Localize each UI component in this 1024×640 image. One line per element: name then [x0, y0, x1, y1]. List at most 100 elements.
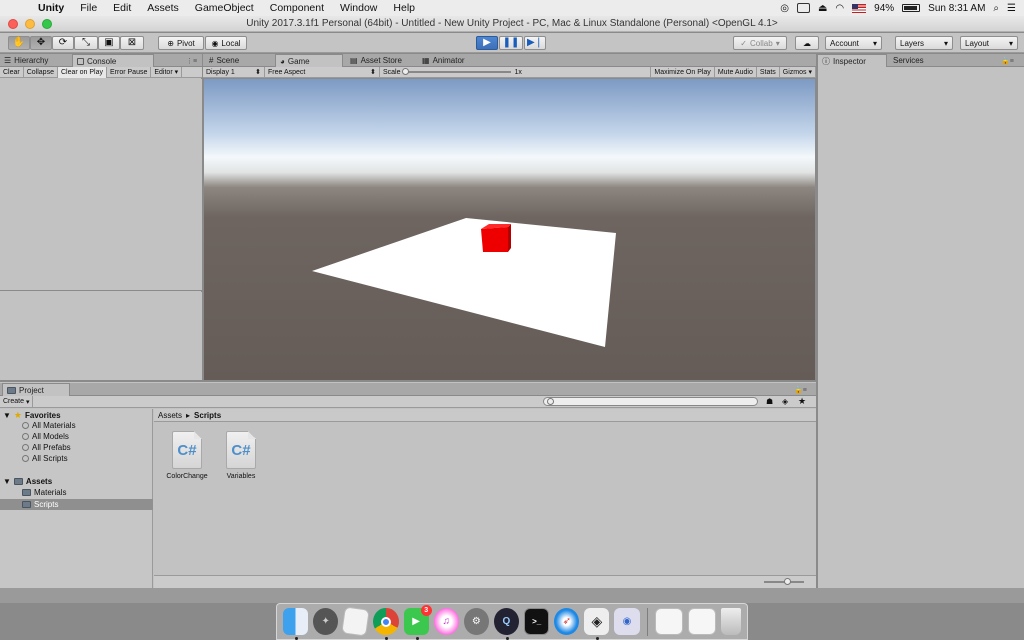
console-error-pause-toggle[interactable]: Error Pause	[107, 66, 152, 78]
console-detail-area[interactable]	[0, 292, 202, 380]
system-preferences-icon[interactable]: ⚙	[463, 608, 489, 635]
chrome-icon[interactable]	[373, 608, 399, 640]
scale-tool-button[interactable]: ⤡	[74, 36, 98, 50]
filter-by-label-icon[interactable]: ◈	[782, 397, 788, 406]
search-icon	[547, 398, 554, 405]
itunes-icon[interactable]: ♫	[433, 608, 459, 635]
project-search-input[interactable]	[543, 397, 758, 406]
favorite-item-all-prefabs[interactable]: All Prefabs	[22, 443, 71, 452]
tab-scene[interactable]: # Scene	[205, 54, 243, 67]
minimized-window-thumb[interactable]	[687, 608, 716, 635]
display-dropdown[interactable]: Display 1 ⬍	[203, 66, 265, 78]
eject-icon[interactable]: ⏏	[818, 3, 827, 14]
scale-slider[interactable]	[401, 68, 511, 75]
cloud-services-button[interactable]: ☁	[795, 36, 819, 50]
pivot-toggle-button[interactable]: ⊕ Pivot	[158, 36, 204, 50]
console-clear-button[interactable]: Clear	[0, 66, 24, 78]
favorite-item-all-models[interactable]: All Models	[22, 432, 69, 441]
favorite-item-all-scripts[interactable]: All Scripts	[22, 454, 68, 463]
menu-component[interactable]: Component	[262, 2, 332, 14]
project-create-dropdown[interactable]: Create ▾	[0, 396, 34, 407]
pause-button[interactable]: ❚❚	[499, 36, 523, 50]
tab-animator[interactable]: ▦ Animator	[418, 54, 469, 67]
assets-group[interactable]: ▼ Assets	[3, 477, 52, 486]
filter-by-type-icon[interactable]: ☗	[766, 397, 773, 406]
aspect-dropdown[interactable]: Free Aspect ⬍	[265, 66, 380, 78]
mute-audio-toggle[interactable]: Mute Audio	[715, 66, 757, 78]
minimized-window-thumb[interactable]	[654, 608, 683, 635]
layers-dropdown[interactable]: Layers ▾	[895, 36, 953, 50]
layout-dropdown[interactable]: Layout ▾	[960, 36, 1018, 50]
tab-inspector[interactable]: ⓘ Inspector	[817, 54, 887, 67]
tab-console[interactable]: Console	[72, 54, 154, 67]
move-tool-button[interactable]: ✥	[30, 36, 52, 50]
airplay-icon[interactable]	[796, 3, 810, 13]
menu-help[interactable]: Help	[385, 2, 423, 14]
list-icon: ☰	[4, 56, 12, 65]
disclosure-triangle-icon[interactable]: ▼	[3, 477, 11, 486]
tab-hierarchy[interactable]: ☰ Hierarchy	[0, 54, 52, 67]
console-log-list[interactable]	[0, 79, 202, 291]
console-editor-dropdown[interactable]: Editor ▾	[151, 66, 183, 78]
clock[interactable]: Sun 8:31 AM	[928, 3, 985, 14]
asset-item-colorchange[interactable]: C# ColorChange	[162, 431, 212, 480]
step-button[interactable]: ▶❘	[524, 36, 546, 50]
tab-asset-store[interactable]: ▤ Asset Store	[346, 54, 406, 67]
wifi-icon[interactable]: ◠	[835, 3, 844, 14]
account-dropdown[interactable]: Account ▾	[825, 36, 882, 50]
battery-icon[interactable]	[902, 4, 921, 12]
breadcrumb-root[interactable]: Assets	[158, 411, 182, 420]
unity-icon[interactable]: ◈	[584, 608, 610, 640]
lock-icon[interactable]: 🔒≡	[1001, 57, 1014, 65]
breadcrumb-current[interactable]: Scripts	[194, 411, 221, 420]
trash-icon[interactable]	[720, 608, 742, 635]
icon-size-slider-thumb[interactable]	[784, 578, 791, 585]
tab-game[interactable]: ◕ Game	[275, 54, 343, 67]
finder-icon[interactable]	[282, 608, 309, 640]
console-clear-on-play-toggle[interactable]: Clear on Play	[57, 66, 108, 78]
menu-assets[interactable]: Assets	[139, 2, 187, 14]
lock-icon[interactable]: ⋮≡	[186, 57, 197, 65]
maximize-on-play-toggle[interactable]: Maximize On Play	[650, 66, 715, 78]
asset-item-variables[interactable]: C# Variables	[216, 431, 266, 480]
folder-item-materials[interactable]: Materials	[22, 488, 66, 497]
favorite-star-icon[interactable]: ★	[798, 396, 806, 407]
launchpad-icon[interactable]: ✦	[313, 608, 339, 635]
game-viewport[interactable]	[204, 79, 815, 380]
folder-item-scripts[interactable]: Scripts	[0, 499, 153, 510]
textedit-icon[interactable]	[341, 606, 371, 637]
quicktime-icon[interactable]: Q	[493, 608, 519, 640]
spotlight-search-icon[interactable]: ⌕	[993, 3, 999, 14]
menu-gameobject[interactable]: GameObject	[187, 2, 262, 14]
notification-center-icon[interactable]: ☰	[1007, 3, 1016, 14]
menu-unity[interactable]: Unity	[30, 2, 72, 14]
transform-tool-button[interactable]: ⊠	[120, 36, 144, 50]
menu-file[interactable]: File	[72, 2, 105, 14]
input-source-flag-icon[interactable]	[852, 3, 867, 13]
local-toggle-button[interactable]: ◉ Local	[205, 36, 247, 50]
lock-icon[interactable]: 🔒≡	[794, 386, 807, 394]
play-button[interactable]: ▶	[476, 36, 498, 50]
menu-edit[interactable]: Edit	[105, 2, 139, 14]
tab-project[interactable]: Project	[2, 383, 70, 396]
disclosure-triangle-icon[interactable]: ▼	[3, 411, 11, 420]
network-utility-icon[interactable]: ◉	[614, 608, 640, 635]
rotate-tool-button[interactable]: ⟳	[52, 36, 74, 50]
terminal-icon[interactable]: >_	[524, 608, 550, 635]
creative-cloud-icon[interactable]: ◎	[780, 3, 789, 14]
facetime-icon[interactable]: ▶ 3	[403, 605, 432, 640]
hand-tool-button[interactable]: ✋	[8, 36, 30, 50]
scale-slider-thumb[interactable]	[401, 68, 409, 75]
rect-tool-button[interactable]: ▣	[98, 36, 120, 50]
menu-window[interactable]: Window	[332, 2, 385, 14]
icon-size-slider[interactable]	[764, 578, 804, 585]
collab-dropdown[interactable]: ✓ Collab ▾	[733, 36, 787, 50]
favorites-group[interactable]: ▼ ★ Favorites	[3, 410, 61, 421]
file-type-label: C#	[231, 441, 251, 459]
console-collapse-button[interactable]: Collapse	[24, 66, 58, 78]
gizmos-dropdown[interactable]: Gizmos ▾	[780, 66, 816, 78]
safari-icon[interactable]: ➶	[554, 608, 580, 635]
tab-services[interactable]: Services	[889, 54, 928, 67]
favorite-item-all-materials[interactable]: All Materials	[22, 421, 76, 430]
stats-toggle[interactable]: Stats	[757, 66, 780, 78]
